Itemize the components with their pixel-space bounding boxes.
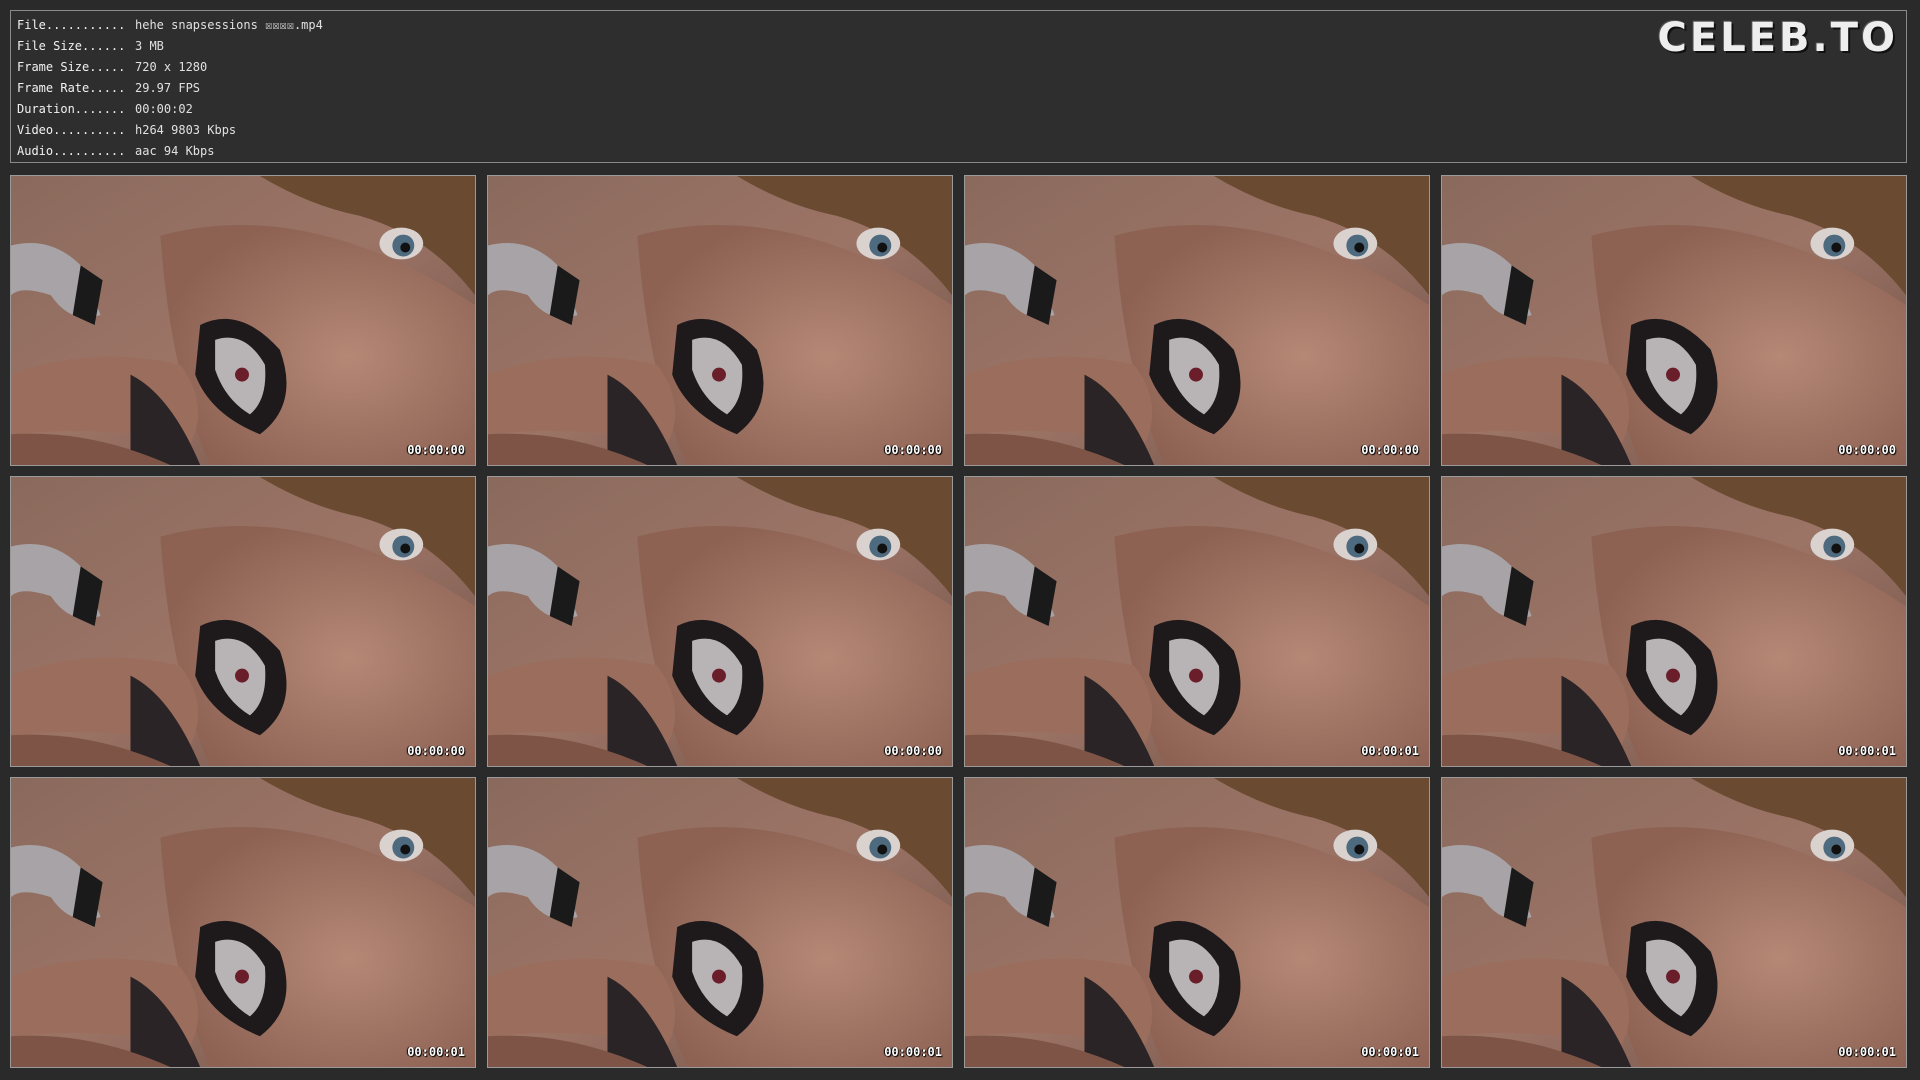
video-frame-thumbnail: 00:00:01	[964, 476, 1430, 767]
info-row-frame-size: Frame Size..... 720 x 1280	[17, 57, 323, 78]
frame-timestamp: 00:00:00	[884, 744, 942, 758]
frame-timestamp: 00:00:01	[1361, 744, 1419, 758]
frame-image	[11, 176, 475, 465]
frame-timestamp: 00:00:01	[407, 1045, 465, 1059]
info-key: File...........	[17, 18, 126, 32]
video-frame-thumbnail: 00:00:01	[1441, 777, 1907, 1068]
video-frame-thumbnail: 00:00:01	[487, 777, 953, 1068]
frame-image	[965, 778, 1429, 1067]
frame-timestamp: 00:00:00	[1838, 443, 1896, 457]
frame-image	[11, 778, 475, 1067]
info-key: Video..........	[17, 123, 126, 137]
frame-timestamp: 00:00:01	[1361, 1045, 1419, 1059]
info-key: File Size......	[17, 39, 126, 53]
video-frame-thumbnail: 00:00:01	[964, 777, 1430, 1068]
frame-image	[488, 778, 952, 1067]
frame-timestamp: 00:00:00	[884, 443, 942, 457]
info-value: 00:00:02	[135, 102, 193, 116]
frame-image	[11, 477, 475, 766]
frame-timestamp: 00:00:01	[884, 1045, 942, 1059]
info-key: Frame Size.....	[17, 60, 126, 74]
frame-image	[1442, 176, 1906, 465]
media-info-panel: File........... hehe snapsessions ☒☒☒☒.mp…	[10, 10, 1907, 163]
media-info-list: File........... hehe snapsessions ☒☒☒☒.mp…	[17, 15, 323, 162]
info-row-duration: Duration....... 00:00:02	[17, 99, 323, 120]
frame-image	[965, 176, 1429, 465]
frame-image	[488, 176, 952, 465]
info-value: aac 94 Kbps	[135, 144, 215, 158]
info-key: Duration.......	[17, 102, 126, 116]
info-key: Audio..........	[17, 144, 126, 158]
info-row-audio: Audio.......... aac 94 Kbps	[17, 141, 323, 162]
video-frame-thumbnail: 00:00:00	[10, 476, 476, 767]
video-frame-thumbnail: 00:00:00	[487, 476, 953, 767]
info-value: 29.97 FPS	[135, 81, 201, 95]
video-frame-thumbnail: 00:00:01	[10, 777, 476, 1068]
info-value: hehe snapsessions ☒☒☒☒.mp4	[135, 18, 323, 32]
video-frame-thumbnail: 00:00:00	[964, 175, 1430, 466]
info-row-frame-rate: Frame Rate..... 29.97 FPS	[17, 78, 323, 99]
info-row-video: Video.......... h264 9803 Kbps	[17, 120, 323, 141]
site-logo: CELEB.TO	[1657, 15, 1898, 61]
frame-timestamp: 00:00:00	[407, 443, 465, 457]
info-value: 3 MB	[135, 39, 164, 53]
info-value: h264 9803 Kbps	[135, 123, 237, 137]
info-row-file: File........... hehe snapsessions ☒☒☒☒.mp…	[17, 15, 323, 36]
video-frame-thumbnail: 00:00:00	[487, 175, 953, 466]
frame-timestamp: 00:00:01	[1838, 744, 1896, 758]
video-frame-thumbnail: 00:00:01	[1441, 476, 1907, 767]
frame-image	[1442, 778, 1906, 1067]
info-key: Frame Rate.....	[17, 81, 126, 95]
video-frame-thumbnail: 00:00:00	[10, 175, 476, 466]
frame-timestamp: 00:00:01	[1838, 1045, 1896, 1059]
frame-timestamp: 00:00:00	[407, 744, 465, 758]
contact-sheet: File........... hehe snapsessions ☒☒☒☒.mp…	[0, 0, 1920, 1080]
frame-timestamp: 00:00:00	[1361, 443, 1419, 457]
frame-image	[1442, 477, 1906, 766]
video-frame-thumbnail: 00:00:00	[1441, 175, 1907, 466]
info-row-file-size: File Size...... 3 MB	[17, 36, 323, 57]
info-value: 720 x 1280	[135, 60, 208, 74]
frame-image	[965, 477, 1429, 766]
frame-image	[488, 477, 952, 766]
